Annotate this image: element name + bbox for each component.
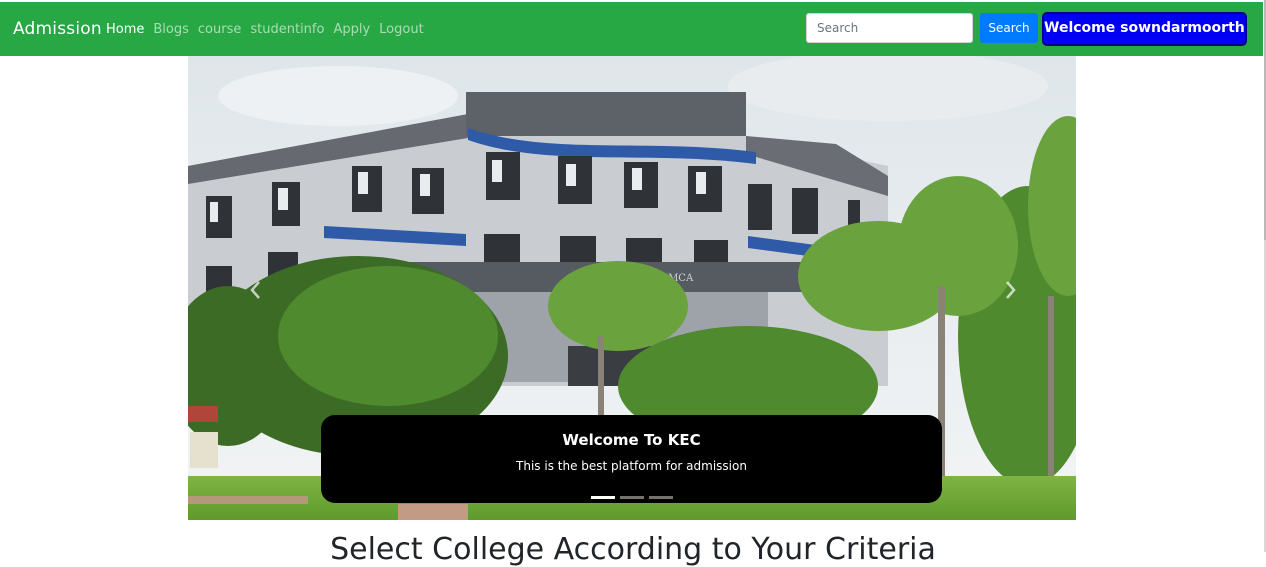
- chevron-right-icon: [1006, 281, 1016, 299]
- search-input[interactable]: [806, 13, 973, 43]
- carousel-caption-title: Welcome To KEC: [562, 431, 701, 449]
- navbar-brand[interactable]: Admission: [13, 19, 102, 39]
- nav-link-logout[interactable]: Logout: [379, 22, 424, 37]
- carousel-indicator-1[interactable]: [591, 496, 615, 499]
- carousel-caption: Welcome To KEC This is the best platform…: [321, 415, 942, 503]
- nav-links: Home Blogs course studentinfo Apply Logo…: [106, 22, 433, 37]
- navbar: Admission Home Blogs course studentinfo …: [0, 2, 1263, 56]
- welcome-user-button[interactable]: Welcome sowndarmoorthy: [1042, 12, 1247, 46]
- carousel-next-control[interactable]: [1000, 278, 1020, 302]
- carousel-caption-text: This is the best platform for admission: [516, 459, 747, 473]
- nav-link-studentinfo[interactable]: studentinfo: [250, 22, 324, 37]
- carousel-indicators: [591, 496, 673, 499]
- carousel-indicator-3[interactable]: [649, 496, 673, 499]
- chevron-left-icon: [250, 281, 260, 299]
- nav-link-home[interactable]: Home: [106, 22, 144, 37]
- nav-link-apply[interactable]: Apply: [333, 22, 370, 37]
- carousel-indicator-2[interactable]: [620, 496, 644, 499]
- nav-link-blogs[interactable]: Blogs: [153, 22, 189, 37]
- hero-carousel: MBA & MCA: [188, 56, 1076, 520]
- carousel-prev-control[interactable]: [246, 278, 266, 302]
- page-heading: Select College According to Your Criteri…: [330, 532, 936, 567]
- nav-link-course[interactable]: course: [198, 22, 241, 37]
- search-button[interactable]: Search: [980, 13, 1038, 43]
